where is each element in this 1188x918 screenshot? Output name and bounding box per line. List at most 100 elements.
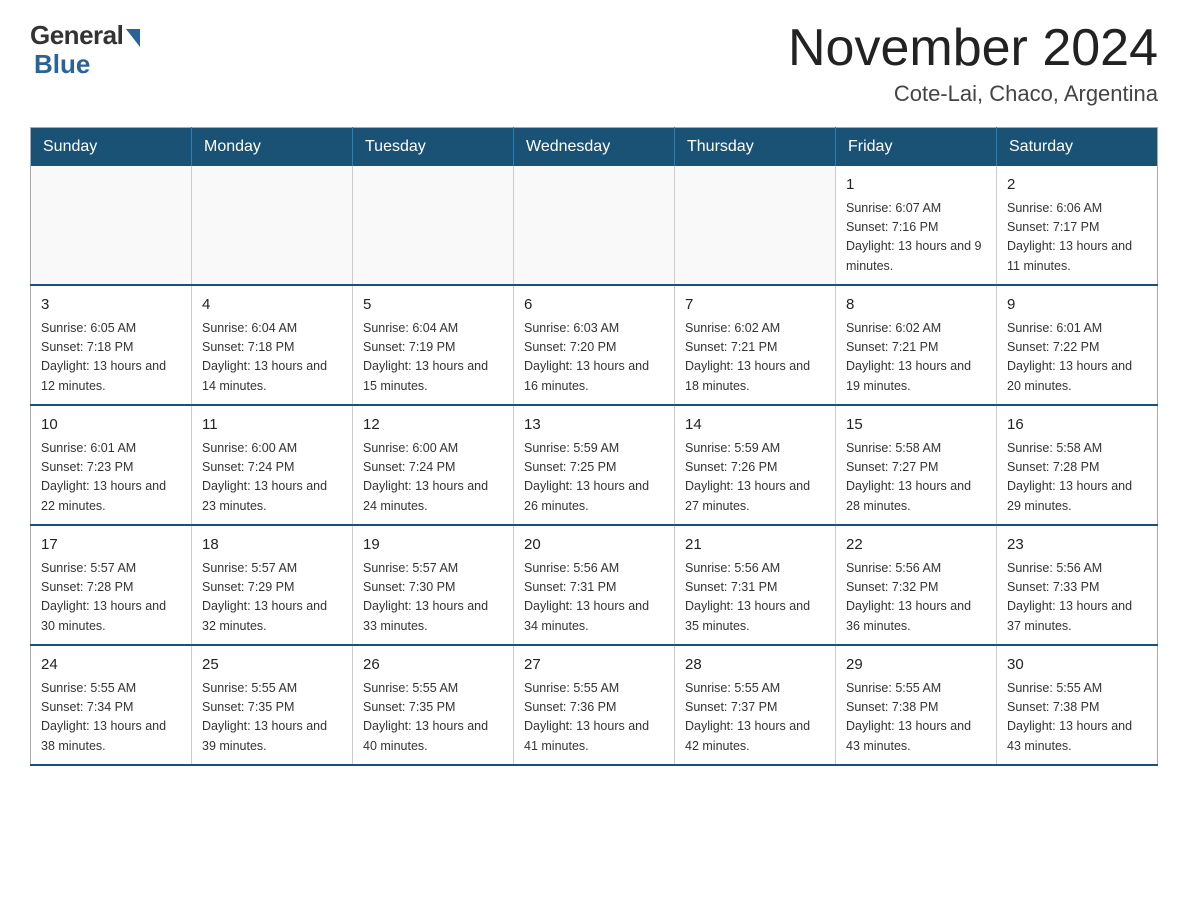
day-info: Sunrise: 5:55 AMSunset: 7:37 PMDaylight:… [685,679,825,757]
day-number: 13 [524,414,664,437]
logo-blue-text: Blue [32,49,90,80]
day-number: 26 [363,654,503,677]
calendar-cell: 15Sunrise: 5:58 AMSunset: 7:27 PMDayligh… [836,405,997,525]
calendar-cell: 30Sunrise: 5:55 AMSunset: 7:38 PMDayligh… [997,645,1158,765]
calendar-cell: 27Sunrise: 5:55 AMSunset: 7:36 PMDayligh… [514,645,675,765]
page-header: General Blue November 2024 Cote-Lai, Cha… [30,20,1158,107]
day-number: 28 [685,654,825,677]
calendar-cell: 24Sunrise: 5:55 AMSunset: 7:34 PMDayligh… [31,645,192,765]
title-section: November 2024 Cote-Lai, Chaco, Argentina [788,20,1158,107]
calendar-table: SundayMondayTuesdayWednesdayThursdayFrid… [30,127,1158,766]
calendar-cell: 20Sunrise: 5:56 AMSunset: 7:31 PMDayligh… [514,525,675,645]
calendar-week-3: 10Sunrise: 6:01 AMSunset: 7:23 PMDayligh… [31,405,1158,525]
calendar-cell: 16Sunrise: 5:58 AMSunset: 7:28 PMDayligh… [997,405,1158,525]
calendar-cell: 18Sunrise: 5:57 AMSunset: 7:29 PMDayligh… [192,525,353,645]
weekday-header-thursday: Thursday [675,128,836,167]
calendar-cell [31,166,192,285]
calendar-cell: 11Sunrise: 6:00 AMSunset: 7:24 PMDayligh… [192,405,353,525]
day-number: 10 [41,414,181,437]
weekday-header-monday: Monday [192,128,353,167]
calendar-cell: 26Sunrise: 5:55 AMSunset: 7:35 PMDayligh… [353,645,514,765]
day-info: Sunrise: 5:55 AMSunset: 7:35 PMDaylight:… [363,679,503,757]
day-info: Sunrise: 5:56 AMSunset: 7:31 PMDaylight:… [524,559,664,637]
day-number: 17 [41,534,181,557]
day-number: 30 [1007,654,1147,677]
calendar-cell [192,166,353,285]
calendar-cell: 7Sunrise: 6:02 AMSunset: 7:21 PMDaylight… [675,285,836,405]
day-number: 12 [363,414,503,437]
calendar-week-2: 3Sunrise: 6:05 AMSunset: 7:18 PMDaylight… [31,285,1158,405]
calendar-cell [675,166,836,285]
day-number: 20 [524,534,664,557]
calendar-week-1: 1Sunrise: 6:07 AMSunset: 7:16 PMDaylight… [31,166,1158,285]
day-number: 19 [363,534,503,557]
day-info: Sunrise: 5:59 AMSunset: 7:26 PMDaylight:… [685,439,825,517]
day-number: 25 [202,654,342,677]
calendar-cell: 2Sunrise: 6:06 AMSunset: 7:17 PMDaylight… [997,166,1158,285]
day-number: 24 [41,654,181,677]
day-info: Sunrise: 6:00 AMSunset: 7:24 PMDaylight:… [363,439,503,517]
day-info: Sunrise: 5:55 AMSunset: 7:34 PMDaylight:… [41,679,181,757]
calendar-cell: 8Sunrise: 6:02 AMSunset: 7:21 PMDaylight… [836,285,997,405]
day-info: Sunrise: 5:57 AMSunset: 7:30 PMDaylight:… [363,559,503,637]
day-info: Sunrise: 5:55 AMSunset: 7:35 PMDaylight:… [202,679,342,757]
day-info: Sunrise: 5:55 AMSunset: 7:38 PMDaylight:… [846,679,986,757]
day-info: Sunrise: 6:02 AMSunset: 7:21 PMDaylight:… [685,319,825,397]
calendar-cell: 25Sunrise: 5:55 AMSunset: 7:35 PMDayligh… [192,645,353,765]
day-number: 5 [363,294,503,317]
logo-general-text: General [30,20,123,51]
calendar-cell: 1Sunrise: 6:07 AMSunset: 7:16 PMDaylight… [836,166,997,285]
weekday-header-tuesday: Tuesday [353,128,514,167]
calendar-cell: 22Sunrise: 5:56 AMSunset: 7:32 PMDayligh… [836,525,997,645]
day-info: Sunrise: 6:06 AMSunset: 7:17 PMDaylight:… [1007,199,1147,277]
day-info: Sunrise: 5:56 AMSunset: 7:32 PMDaylight:… [846,559,986,637]
calendar-subtitle: Cote-Lai, Chaco, Argentina [788,81,1158,107]
weekday-header-saturday: Saturday [997,128,1158,167]
day-number: 9 [1007,294,1147,317]
logo: General Blue [30,20,140,80]
calendar-cell: 13Sunrise: 5:59 AMSunset: 7:25 PMDayligh… [514,405,675,525]
calendar-cell: 29Sunrise: 5:55 AMSunset: 7:38 PMDayligh… [836,645,997,765]
day-number: 23 [1007,534,1147,557]
day-info: Sunrise: 5:56 AMSunset: 7:33 PMDaylight:… [1007,559,1147,637]
calendar-title: November 2024 [788,20,1158,77]
calendar-cell: 10Sunrise: 6:01 AMSunset: 7:23 PMDayligh… [31,405,192,525]
day-info: Sunrise: 5:58 AMSunset: 7:27 PMDaylight:… [846,439,986,517]
calendar-cell [514,166,675,285]
calendar-cell: 12Sunrise: 6:00 AMSunset: 7:24 PMDayligh… [353,405,514,525]
weekday-header-wednesday: Wednesday [514,128,675,167]
day-number: 15 [846,414,986,437]
calendar-cell: 28Sunrise: 5:55 AMSunset: 7:37 PMDayligh… [675,645,836,765]
day-info: Sunrise: 5:56 AMSunset: 7:31 PMDaylight:… [685,559,825,637]
weekday-header-friday: Friday [836,128,997,167]
day-info: Sunrise: 5:55 AMSunset: 7:36 PMDaylight:… [524,679,664,757]
calendar-week-5: 24Sunrise: 5:55 AMSunset: 7:34 PMDayligh… [31,645,1158,765]
calendar-cell: 4Sunrise: 6:04 AMSunset: 7:18 PMDaylight… [192,285,353,405]
day-info: Sunrise: 6:00 AMSunset: 7:24 PMDaylight:… [202,439,342,517]
day-info: Sunrise: 6:01 AMSunset: 7:22 PMDaylight:… [1007,319,1147,397]
day-number: 27 [524,654,664,677]
day-number: 29 [846,654,986,677]
day-info: Sunrise: 6:01 AMSunset: 7:23 PMDaylight:… [41,439,181,517]
calendar-cell: 6Sunrise: 6:03 AMSunset: 7:20 PMDaylight… [514,285,675,405]
day-number: 21 [685,534,825,557]
day-number: 16 [1007,414,1147,437]
day-number: 2 [1007,174,1147,197]
day-number: 7 [685,294,825,317]
calendar-cell: 9Sunrise: 6:01 AMSunset: 7:22 PMDaylight… [997,285,1158,405]
day-number: 4 [202,294,342,317]
day-info: Sunrise: 6:05 AMSunset: 7:18 PMDaylight:… [41,319,181,397]
day-info: Sunrise: 5:55 AMSunset: 7:38 PMDaylight:… [1007,679,1147,757]
day-info: Sunrise: 6:04 AMSunset: 7:19 PMDaylight:… [363,319,503,397]
calendar-week-4: 17Sunrise: 5:57 AMSunset: 7:28 PMDayligh… [31,525,1158,645]
calendar-cell: 14Sunrise: 5:59 AMSunset: 7:26 PMDayligh… [675,405,836,525]
day-info: Sunrise: 5:58 AMSunset: 7:28 PMDaylight:… [1007,439,1147,517]
logo-arrow-icon [126,29,140,47]
day-number: 18 [202,534,342,557]
day-info: Sunrise: 5:59 AMSunset: 7:25 PMDaylight:… [524,439,664,517]
weekday-header-row: SundayMondayTuesdayWednesdayThursdayFrid… [31,128,1158,167]
calendar-cell: 19Sunrise: 5:57 AMSunset: 7:30 PMDayligh… [353,525,514,645]
calendar-cell: 17Sunrise: 5:57 AMSunset: 7:28 PMDayligh… [31,525,192,645]
calendar-cell [353,166,514,285]
day-number: 11 [202,414,342,437]
